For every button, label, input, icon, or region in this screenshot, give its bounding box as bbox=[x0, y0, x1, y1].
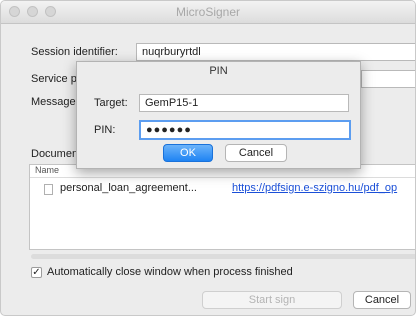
service-label: Service p bbox=[31, 73, 77, 85]
pin-cancel-button[interactable]: Cancel bbox=[225, 144, 287, 162]
documents-label: Documen bbox=[31, 148, 79, 160]
pin-ok-button[interactable]: OK bbox=[163, 144, 213, 162]
pin-input[interactable]: ●●●●●● bbox=[139, 120, 351, 140]
title-bar: MicroSigner bbox=[1, 1, 415, 24]
pin-dialog: PIN Target: GemP15-1 PIN: ●●●●●● OK Canc… bbox=[76, 61, 361, 169]
message-label: Message bbox=[31, 96, 76, 108]
document-icon bbox=[44, 184, 53, 195]
documents-list[interactable]: Name personal_loan_agreement... https://… bbox=[29, 164, 415, 250]
session-identifier-label: Session identifier: bbox=[31, 46, 118, 58]
document-url-link[interactable]: https://pdfsign.e-szigno.hu/pdf_op bbox=[232, 182, 397, 194]
start-sign-button[interactable]: Start sign bbox=[202, 291, 342, 309]
window-title: MicroSigner bbox=[175, 5, 241, 19]
target-field[interactable]: GemP15-1 bbox=[139, 94, 349, 112]
auto-close-label: Automatically close window when process … bbox=[47, 266, 293, 278]
auto-close-checkbox[interactable]: ✓ bbox=[31, 267, 42, 278]
service-field[interactable] bbox=[361, 70, 415, 88]
document-name: personal_loan_agreement... bbox=[60, 182, 197, 194]
cancel-button[interactable]: Cancel bbox=[353, 291, 411, 309]
pin-dialog-title: PIN bbox=[209, 65, 228, 77]
target-label: Target: bbox=[94, 97, 128, 109]
session-identifier-field[interactable]: nuqrburyrtdl bbox=[136, 43, 415, 61]
pin-label: PIN: bbox=[94, 124, 116, 136]
progress-bar bbox=[31, 254, 415, 259]
microsigner-window: MicroSigner Session identifier: nuqrbury… bbox=[0, 0, 416, 316]
